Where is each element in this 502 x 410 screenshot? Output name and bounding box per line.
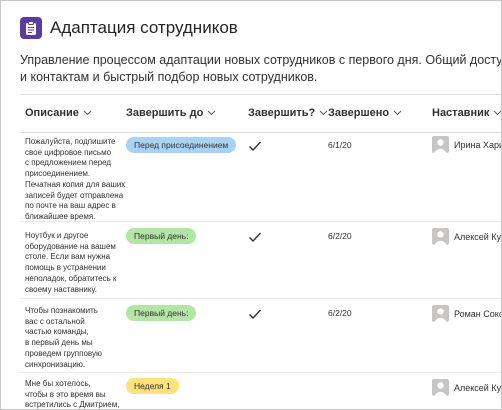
mentor-cell[interactable]: Роман Соко bbox=[432, 305, 502, 322]
person-icon bbox=[434, 231, 447, 245]
row-description: Ноутбук и другое оборудование на вашем с… bbox=[25, 231, 127, 295]
mentor-cell[interactable]: Алексей Кул bbox=[432, 379, 502, 396]
mentor-name: Алексей Кул bbox=[454, 231, 502, 242]
chevron-down-icon bbox=[207, 110, 216, 116]
avatar bbox=[432, 228, 449, 245]
row-description: Чтобы познакомить вас с остальной частью… bbox=[25, 306, 127, 370]
clipboard-icon bbox=[20, 17, 42, 39]
person-icon bbox=[434, 139, 447, 153]
description-line: свое цифровое письмо bbox=[25, 147, 112, 157]
completed-date: 6/2/20 bbox=[328, 231, 352, 241]
table-row[interactable]: Ноутбук и другое оборудование на вашем с… bbox=[20, 222, 502, 299]
row-description: Пожалуйста, подпишите свое цифровое пись… bbox=[25, 137, 127, 223]
column-header-description[interactable]: Описание bbox=[25, 107, 92, 119]
column-header-completed-on[interactable]: Завершено bbox=[328, 107, 402, 119]
chevron-down-icon bbox=[83, 110, 92, 116]
avatar bbox=[432, 136, 449, 153]
description-line: столе. Если вам нужна bbox=[25, 252, 111, 262]
app-window: Адаптация сотрудников Управление процесс… bbox=[0, 0, 502, 410]
due-badge: Первый день: bbox=[126, 305, 197, 321]
app-header: Адаптация сотрудников bbox=[20, 16, 238, 40]
checkmark-icon bbox=[249, 309, 262, 320]
description-line: оборудование на вашем bbox=[25, 241, 116, 251]
description-line: своему наставнику. bbox=[25, 284, 97, 294]
chevron-down-icon bbox=[393, 110, 402, 116]
description-line: проведем групповую bbox=[25, 348, 102, 358]
description-line: чтобы в это время вы bbox=[25, 389, 106, 399]
description-line: по почте на ваш адрес в bbox=[25, 201, 116, 211]
column-header-label: Наставник bbox=[432, 107, 490, 119]
description-line: с предложением перед bbox=[25, 158, 112, 168]
description-line: записей будет отправлена bbox=[25, 190, 124, 200]
mentor-name: Роман Соко bbox=[454, 308, 502, 319]
description-line: Чтобы познакомить bbox=[25, 306, 98, 315]
description-line: и контактам и быстрый подбор новых сотру… bbox=[20, 70, 318, 84]
mentor-cell[interactable]: Ирина Хари bbox=[432, 136, 502, 153]
due-badge: Неделя 1 bbox=[126, 378, 179, 394]
column-header-label: Завершить? bbox=[248, 107, 316, 119]
table-row[interactable]: Мне бы хотелось, чтобы в это время вы вс… bbox=[20, 373, 502, 410]
column-header-mentor[interactable]: Наставник bbox=[432, 107, 501, 119]
avatar bbox=[432, 305, 449, 322]
column-header-label: Завершено bbox=[328, 107, 390, 119]
avatar bbox=[432, 379, 449, 396]
description-line: Управление процессом адаптации новых сот… bbox=[20, 53, 502, 67]
table-row[interactable]: Пожалуйста, подпишите свое цифровое пись… bbox=[20, 131, 502, 223]
person-icon bbox=[434, 308, 447, 322]
column-header-label: Описание bbox=[25, 107, 79, 119]
description-line: присоединением. bbox=[25, 169, 91, 179]
mentor-name: Ирина Хари bbox=[454, 139, 502, 150]
completed-date: 6/1/20 bbox=[328, 140, 352, 150]
description-line: встретились с Дмитрием, bbox=[25, 400, 120, 410]
description-line: частью команды, bbox=[25, 327, 89, 337]
table-row[interactable]: Чтобы познакомить вас с остальной частью… bbox=[20, 299, 502, 373]
column-header-label: Завершить до bbox=[126, 107, 204, 119]
description-line: в первый день мы bbox=[25, 338, 93, 348]
description-line: Пожалуйста, подпишите bbox=[25, 137, 116, 146]
chevron-down-icon bbox=[493, 110, 501, 116]
completed-date: 6/2/20 bbox=[328, 308, 352, 318]
description-line: вас с остальной bbox=[25, 316, 85, 326]
mentor-cell[interactable]: Алексей Кул bbox=[432, 228, 502, 245]
description-line: синхронизацию. bbox=[25, 359, 86, 369]
person-icon bbox=[434, 382, 447, 396]
table-header-row: Описание Завершить до Завершить? Заверше… bbox=[20, 94, 501, 133]
description-line: неполадок, обратитесь к bbox=[25, 273, 117, 283]
page-title: Адаптация сотрудников bbox=[50, 18, 238, 37]
due-badge: Перед присоединением bbox=[126, 137, 237, 153]
description-line: помощь в устранении bbox=[25, 263, 106, 273]
row-description: Мне бы хотелось, чтобы в это время вы вс… bbox=[25, 379, 127, 410]
description-line: Печатная копия для ваших bbox=[25, 179, 126, 189]
due-badge: Первый день: bbox=[126, 228, 197, 244]
column-header-due[interactable]: Завершить до bbox=[126, 107, 216, 119]
description-line: Мне бы хотелось, bbox=[25, 379, 91, 388]
description-line: Ноутбук и другое bbox=[25, 231, 89, 240]
checkmark-icon bbox=[249, 141, 262, 152]
mentor-name: Алексей Кул bbox=[454, 382, 502, 393]
chevron-down-icon bbox=[319, 110, 328, 116]
checkmark-icon bbox=[249, 232, 262, 243]
app-description: Управление процессом адаптации новых сот… bbox=[20, 52, 502, 86]
column-header-complete[interactable]: Завершить? bbox=[248, 107, 328, 119]
